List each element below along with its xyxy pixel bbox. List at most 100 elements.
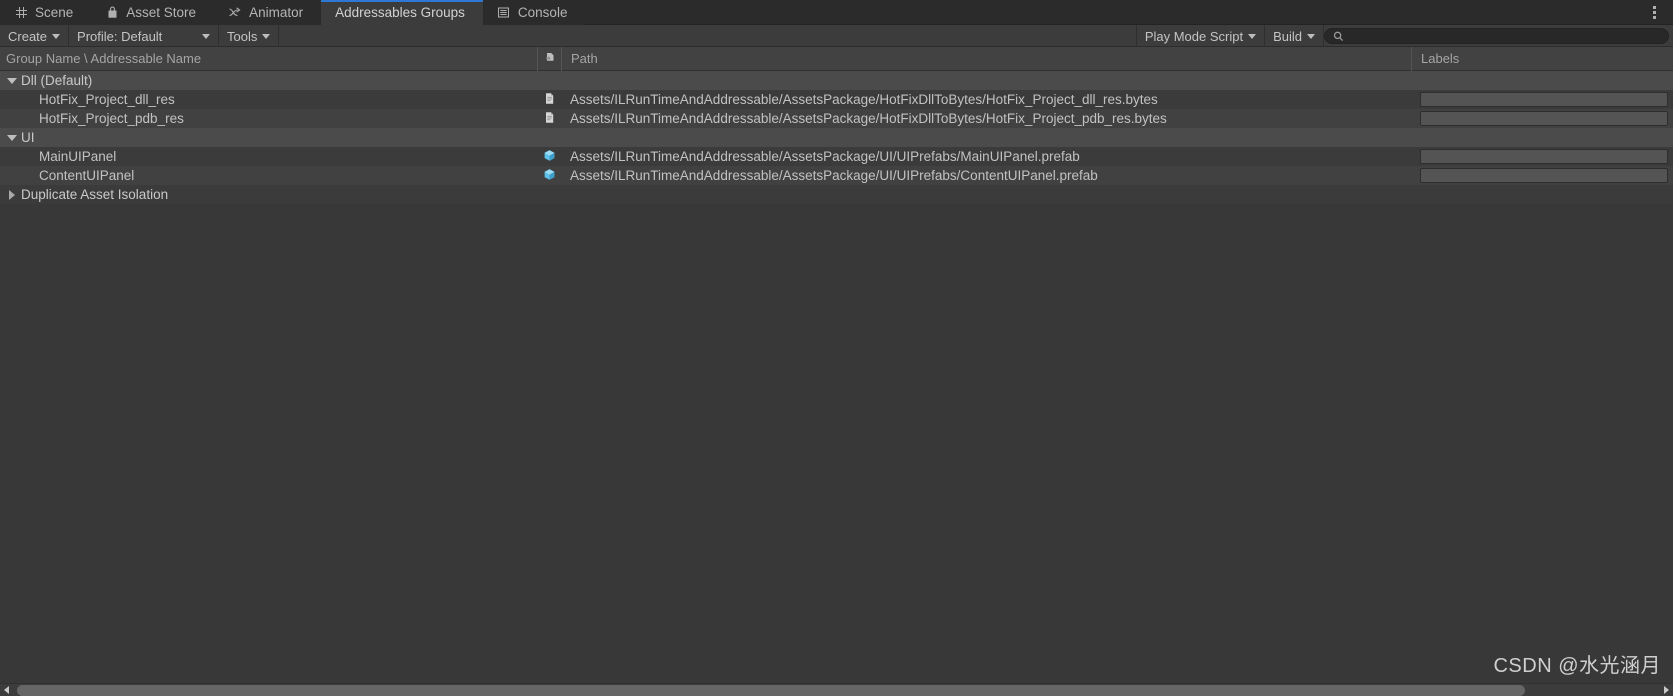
- create-button-label: Create: [8, 28, 48, 44]
- kebab-menu-icon[interactable]: [1643, 0, 1665, 25]
- table-row[interactable]: UI: [0, 128, 1673, 147]
- row-name-cell[interactable]: Duplicate Asset Isolation: [0, 185, 537, 204]
- chevron-down-icon[interactable]: [5, 134, 19, 141]
- asset-name-label: HotFix_Project_pdb_res: [39, 111, 184, 126]
- row-name-cell[interactable]: ContentUIPanel: [0, 166, 537, 185]
- asset-name-label: ContentUIPanel: [39, 168, 135, 183]
- scrollbar-thumb[interactable]: [17, 684, 1525, 696]
- addressables-tree-view[interactable]: Dll (Default) HotFix_Project_dll_res Ass…: [0, 71, 1673, 658]
- prefab-cube-icon: [543, 168, 556, 184]
- row-labels-cell: [1411, 71, 1673, 90]
- table-row[interactable]: Duplicate Asset Isolation: [0, 185, 1673, 204]
- create-button[interactable]: Create: [0, 25, 70, 47]
- asset-type-icon: [544, 51, 556, 66]
- row-path-cell: Assets/ILRunTimeAndAddressable/AssetsPac…: [570, 149, 1080, 164]
- addressables-toolbar: Create Profile: Default Tools Play Mode …: [0, 25, 1673, 47]
- row-path-cell: [561, 71, 1411, 90]
- column-header-path-label: Path: [571, 51, 598, 66]
- row-name-cell[interactable]: Dll (Default): [0, 71, 537, 90]
- row-labels-cell: [1411, 128, 1673, 147]
- column-header-path[interactable]: Path: [561, 46, 1411, 71]
- grid-icon: [14, 6, 28, 20]
- arrow-left-icon[interactable]: [0, 684, 13, 696]
- tools-button[interactable]: Tools: [219, 25, 280, 47]
- row-labels-cell[interactable]: [1411, 147, 1673, 166]
- row-labels-cell: [1411, 185, 1673, 204]
- row-labels-cell[interactable]: [1411, 109, 1673, 128]
- text-asset-icon: [543, 92, 556, 108]
- row-type-icon-cell: [537, 166, 561, 185]
- row-path-cell: Assets/ILRunTimeAndAddressable/AssetsPac…: [570, 111, 1167, 126]
- build-dropdown[interactable]: Build: [1265, 25, 1324, 47]
- row-name-cell[interactable]: HotFix_Project_pdb_res: [0, 109, 537, 128]
- horizontal-scrollbar[interactable]: [0, 683, 1673, 696]
- column-header-labels[interactable]: Labels: [1411, 46, 1673, 71]
- row-name-cell[interactable]: HotFix_Project_dll_res: [0, 90, 537, 109]
- profile-dropdown[interactable]: Profile: Default: [69, 25, 220, 47]
- console-icon: [497, 6, 511, 20]
- row-type-icon-cell: [537, 128, 561, 147]
- row-type-icon-cell: [537, 109, 561, 128]
- search-input[interactable]: [1324, 28, 1669, 44]
- column-header-name-label: Group Name \ Addressable Name: [6, 51, 202, 66]
- chevron-down-icon: [1307, 33, 1315, 39]
- column-header-name[interactable]: Group Name \ Addressable Name: [0, 51, 537, 66]
- labels-dropdown[interactable]: [1420, 111, 1668, 126]
- tree-column-header: Group Name \ Addressable Name Path Label…: [0, 46, 1673, 71]
- arrow-right-icon[interactable]: [1660, 684, 1673, 696]
- labels-dropdown[interactable]: [1420, 92, 1668, 107]
- row-type-icon-cell: [537, 90, 561, 109]
- row-type-icon-cell: [537, 185, 561, 204]
- tab-asset-store-label: Asset Store: [126, 5, 197, 20]
- search-icon: [1333, 31, 1344, 42]
- asset-name-label: MainUIPanel: [39, 149, 117, 164]
- tab-console-label: Console: [517, 5, 568, 20]
- group-name-label: Duplicate Asset Isolation: [21, 187, 169, 202]
- row-name-cell[interactable]: UI: [0, 128, 537, 147]
- table-row[interactable]: ContentUIPanel Assets/ILRunTimeAndAddres…: [0, 166, 1673, 185]
- row-labels-cell[interactable]: [1411, 166, 1673, 185]
- tab-animator-label: Animator: [249, 5, 304, 20]
- addressables-groups-window: Scene Asset Store Animator Addressables …: [0, 0, 1673, 696]
- row-path-cell: Assets/ILRunTimeAndAddressable/AssetsPac…: [570, 92, 1158, 107]
- chevron-down-icon: [202, 33, 211, 39]
- row-labels-cell[interactable]: [1411, 90, 1673, 109]
- column-header-labels-label: Labels: [1421, 51, 1460, 66]
- tab-scene[interactable]: Scene: [0, 0, 92, 25]
- scrollbar-track[interactable]: [13, 684, 1660, 696]
- tab-asset-store[interactable]: Asset Store: [91, 0, 215, 25]
- chevron-down-icon[interactable]: [5, 77, 19, 84]
- tab-console[interactable]: Console: [482, 0, 586, 25]
- table-row[interactable]: Dll (Default): [0, 71, 1673, 90]
- row-path-cell: Assets/ILRunTimeAndAddressable/AssetsPac…: [570, 168, 1098, 183]
- tab-addressables-groups[interactable]: Addressables Groups: [321, 0, 483, 25]
- column-header-type-icon[interactable]: [537, 46, 561, 71]
- editor-tab-bar: Scene Asset Store Animator Addressables …: [0, 0, 1673, 25]
- build-label: Build: [1273, 28, 1302, 44]
- chevron-down-icon: [262, 33, 271, 39]
- row-type-icon-cell: [537, 147, 561, 166]
- labels-dropdown[interactable]: [1420, 168, 1668, 183]
- tab-addressables-groups-label: Addressables Groups: [335, 5, 465, 20]
- tab-scene-label: Scene: [35, 5, 74, 20]
- row-path-cell: [561, 128, 1411, 147]
- play-mode-script-dropdown[interactable]: Play Mode Script: [1135, 25, 1266, 47]
- search-container: [1324, 25, 1673, 47]
- row-name-cell[interactable]: MainUIPanel: [0, 147, 537, 166]
- group-name-label: Dll (Default): [21, 73, 93, 88]
- play-mode-script-label: Play Mode Script: [1144, 28, 1244, 44]
- store-bag-icon: [105, 6, 119, 20]
- labels-dropdown[interactable]: [1420, 149, 1668, 164]
- prefab-cube-icon: [543, 149, 556, 165]
- group-name-label: UI: [21, 130, 35, 145]
- chevron-right-icon[interactable]: [5, 189, 19, 200]
- tools-button-label: Tools: [227, 28, 258, 44]
- tab-animator[interactable]: Animator: [214, 0, 322, 25]
- chevron-down-icon: [1248, 33, 1257, 39]
- text-asset-icon: [543, 111, 556, 127]
- chevron-down-icon: [52, 33, 61, 39]
- table-row[interactable]: MainUIPanel Assets/ILRunTimeAndAddressab…: [0, 147, 1673, 166]
- table-row[interactable]: HotFix_Project_dll_res Assets/ILRunTimeA…: [0, 90, 1673, 109]
- table-row[interactable]: HotFix_Project_pdb_res Assets/ILRunTimeA…: [0, 109, 1673, 128]
